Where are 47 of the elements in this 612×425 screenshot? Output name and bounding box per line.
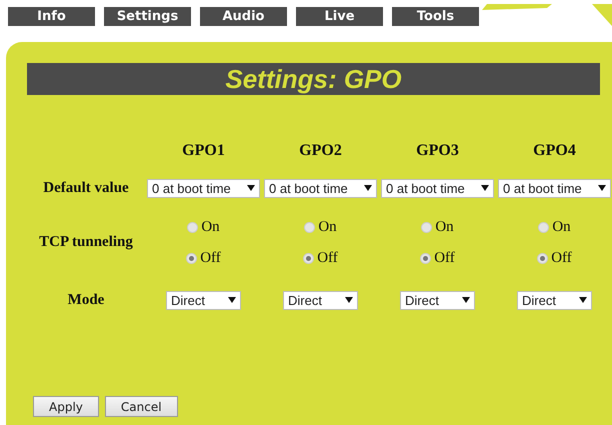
dropdown[interactable]: 0 at boot time (264, 178, 377, 198)
radio-button[interactable] (186, 252, 198, 264)
column-header: GPO4 (532, 142, 577, 160)
nav-tab[interactable]: Info (8, 7, 95, 26)
form-button[interactable]: Cancel (104, 396, 178, 417)
caret-icon (247, 185, 255, 191)
radio-label: On (435, 218, 454, 236)
nav-tab[interactable]: Live (296, 7, 383, 26)
radio-button[interactable] (187, 222, 198, 232)
caret-icon (345, 297, 353, 303)
caret-icon (579, 297, 587, 303)
radio-label: Off (200, 250, 221, 266)
caret-icon (481, 185, 489, 191)
caret-icon (364, 185, 372, 191)
dropdown[interactable]: 0 at boot time (498, 178, 611, 198)
caret-icon (462, 297, 470, 303)
caret-icon (228, 297, 236, 303)
radio-button[interactable] (303, 252, 314, 264)
page-title: Settings: GPO (27, 63, 600, 95)
radio-button[interactable] (537, 252, 548, 264)
radio-button[interactable] (304, 222, 316, 232)
column-header: GPO1 (181, 142, 226, 160)
dropdown[interactable]: Direct (517, 290, 592, 310)
row-label: Mode (66, 292, 106, 308)
dropdown[interactable]: Direct (166, 290, 241, 310)
dropdown[interactable]: Direct (283, 290, 358, 310)
radio-button[interactable] (420, 252, 432, 264)
caret-icon (598, 185, 606, 191)
radio-label: Off (551, 250, 572, 266)
radio-label: On (201, 218, 220, 236)
row-label: Default value (42, 180, 130, 196)
column-header: GPO3 (415, 142, 460, 160)
row-label: TCP tunneling (38, 234, 134, 251)
radio-label: Off (434, 250, 455, 266)
radio-button[interactable] (421, 222, 432, 232)
column-header: GPO2 (298, 142, 343, 160)
nav-tab[interactable]: Audio (200, 7, 287, 26)
form-button[interactable]: Apply (33, 396, 99, 417)
radio-label: On (318, 218, 337, 236)
nav-tab[interactable]: Settings (104, 7, 191, 26)
dropdown[interactable]: Direct (400, 290, 475, 310)
radio-label: Off (317, 250, 338, 266)
dropdown[interactable]: 0 at boot time (147, 178, 260, 198)
nav-tab[interactable]: Tools (392, 7, 479, 26)
dropdown[interactable]: 0 at boot time (381, 178, 494, 198)
radio-label: On (552, 218, 571, 236)
radio-button[interactable] (538, 222, 550, 232)
